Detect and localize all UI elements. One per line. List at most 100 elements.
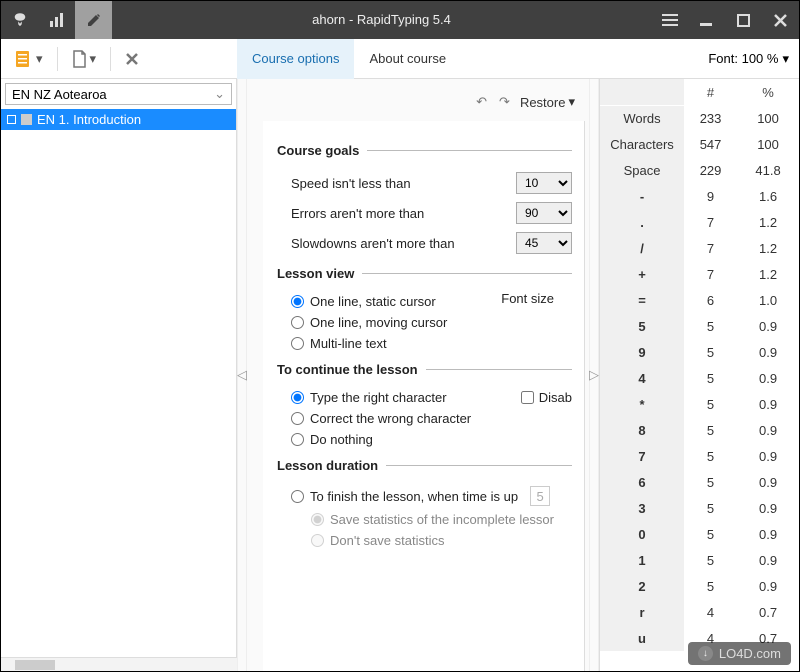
- col-count: #: [684, 79, 737, 105]
- table-row: 550.9: [600, 313, 799, 339]
- table-row: r40.7: [600, 599, 799, 625]
- restore-dropdown[interactable]: Restore ▾: [520, 94, 575, 110]
- table-row: 350.9: [600, 495, 799, 521]
- table-row: 150.9: [600, 547, 799, 573]
- edit-icon[interactable]: [75, 1, 112, 39]
- tab-about-course[interactable]: About course: [354, 39, 461, 79]
- chevron-down-icon: ▾: [568, 94, 575, 110]
- section-course-goals: Course goals: [277, 143, 572, 158]
- speed-label: Speed isn't less than: [291, 176, 516, 191]
- table-row: 250.9: [600, 573, 799, 599]
- home-icon[interactable]: [1, 1, 38, 39]
- delete-button[interactable]: [117, 47, 147, 71]
- errors-select[interactable]: 90: [516, 202, 572, 224]
- window-title: ahorn - RapidTyping 5.4: [112, 1, 651, 39]
- lesson-list-button[interactable]: ▾: [7, 45, 51, 73]
- table-row: 050.9: [600, 521, 799, 547]
- row-slowdowns: Slowdowns aren't more than 45: [277, 228, 572, 258]
- watermark: ↓ LO4D.com: [688, 642, 791, 665]
- font-zoom-label: Font: 100 %: [708, 40, 778, 78]
- horizontal-scrollbar[interactable]: [1, 657, 237, 671]
- table-row: /71.2: [600, 235, 799, 261]
- tree-item-label: EN 1. Introduction: [37, 112, 141, 127]
- table-row: 450.9: [600, 365, 799, 391]
- font-zoom-dropdown[interactable]: Font: 100 % ▾: [698, 39, 799, 79]
- table-row: 650.9: [600, 469, 799, 495]
- table-row: 950.9: [600, 339, 799, 365]
- separator: [57, 47, 58, 71]
- section-title: To continue the lesson: [277, 362, 418, 377]
- watermark-text: LO4D.com: [719, 646, 781, 661]
- tree-expand-icon: [7, 115, 16, 124]
- table-row: *50.9: [600, 391, 799, 417]
- section-duration: Lesson duration: [277, 458, 572, 473]
- table-row: .71.2: [600, 209, 799, 235]
- section-title: Course goals: [277, 143, 359, 158]
- doc-icon: [21, 114, 32, 125]
- radio-correct-wrong[interactable]: Correct the wrong character: [277, 408, 572, 429]
- table-row: =61.0: [600, 287, 799, 313]
- slowdowns-label: Slowdowns aren't more than: [291, 236, 516, 251]
- undo-icon[interactable]: ↶: [474, 92, 489, 112]
- body: EN NZ Aotearoa ⌄ EN 1. Introduction ◁ ↶ …: [1, 79, 799, 671]
- chevron-down-icon: ▾: [782, 40, 789, 78]
- duration-input[interactable]: [530, 486, 550, 506]
- tab-course-options[interactable]: Course options: [237, 39, 354, 79]
- close-button[interactable]: [762, 1, 799, 39]
- section-title: Lesson duration: [277, 458, 378, 473]
- language-combo[interactable]: EN NZ Aotearoa ⌄: [5, 83, 232, 105]
- section-lesson-view: Lesson view: [277, 266, 572, 281]
- tabs: Course options About course Font: 100 % …: [237, 39, 799, 79]
- chevron-down-icon: ▾: [90, 51, 97, 67]
- row-errors: Errors aren't more than 90: [277, 198, 572, 228]
- toolbar-row: ▾ ▾ Course options About course Font: 10…: [1, 39, 799, 79]
- radio-moving-cursor[interactable]: One line, moving cursor: [277, 312, 572, 333]
- new-doc-button[interactable]: ▾: [64, 45, 105, 73]
- font-size-label: Font size: [501, 291, 554, 306]
- chevron-down-icon: ⌄: [214, 86, 225, 102]
- chevron-down-icon: ▾: [36, 51, 43, 67]
- minimize-button[interactable]: [688, 1, 725, 39]
- slowdowns-select[interactable]: 45: [516, 232, 572, 254]
- radio-nosave-stats[interactable]: Don't save statistics: [277, 530, 572, 551]
- center-panel: ◁ ↶ ↷ Restore ▾ Course goals Speed isn't…: [237, 79, 599, 671]
- table-row: 850.9: [600, 417, 799, 443]
- table-row: 750.9: [600, 443, 799, 469]
- col-key: [600, 79, 684, 105]
- table-row: Space22941.8: [600, 157, 799, 183]
- language-value: EN NZ Aotearoa: [12, 87, 107, 102]
- radio-multiline[interactable]: Multi-line text: [277, 333, 572, 354]
- section-title: Lesson view: [277, 266, 354, 281]
- section-continue: To continue the lesson: [277, 362, 572, 377]
- titlebar: ahorn - RapidTyping 5.4: [1, 1, 799, 39]
- watermark-icon: ↓: [698, 646, 713, 661]
- radio-finish-timeup[interactable]: To finish the lesson, when time is up: [277, 483, 572, 509]
- table-row: -91.6: [600, 183, 799, 209]
- options-content: Course goals Speed isn't less than 10 Er…: [263, 121, 585, 671]
- radio-type-right[interactable]: Type the right character Disab: [277, 387, 572, 408]
- menu-icon[interactable]: [651, 1, 688, 39]
- restore-label: Restore: [520, 95, 566, 110]
- checkbox-disable[interactable]: Disab: [521, 390, 572, 405]
- options-panel: ↶ ↷ Restore ▾ Course goals Speed isn't l…: [247, 79, 589, 671]
- splitter-left[interactable]: ◁: [237, 79, 247, 671]
- table-row: Characters547100: [600, 131, 799, 157]
- options-subtoolbar: ↶ ↷ Restore ▾: [251, 87, 585, 117]
- table-row: +71.2: [600, 261, 799, 287]
- radio-save-stats[interactable]: Save statistics of the incomplete lessor: [277, 509, 572, 530]
- errors-label: Errors aren't more than: [291, 206, 516, 221]
- row-speed: Speed isn't less than 10: [277, 168, 572, 198]
- splitter-right[interactable]: ▷: [589, 79, 599, 671]
- stats-panel: # % Words233100Characters547100Space2294…: [599, 79, 799, 671]
- redo-icon[interactable]: ↷: [497, 92, 512, 112]
- maximize-button[interactable]: [725, 1, 762, 39]
- separator: [110, 47, 111, 71]
- radio-do-nothing[interactable]: Do nothing: [277, 429, 572, 450]
- sidebar-toolbar: ▾ ▾: [1, 39, 237, 79]
- stats-table: # % Words233100Characters547100Space2294…: [600, 79, 799, 651]
- stats-icon[interactable]: [38, 1, 75, 39]
- speed-select[interactable]: 10: [516, 172, 572, 194]
- app-window: ahorn - RapidTyping 5.4 ▾ ▾: [0, 0, 800, 672]
- col-percent: %: [737, 79, 799, 105]
- tree-item-intro[interactable]: EN 1. Introduction: [1, 109, 236, 130]
